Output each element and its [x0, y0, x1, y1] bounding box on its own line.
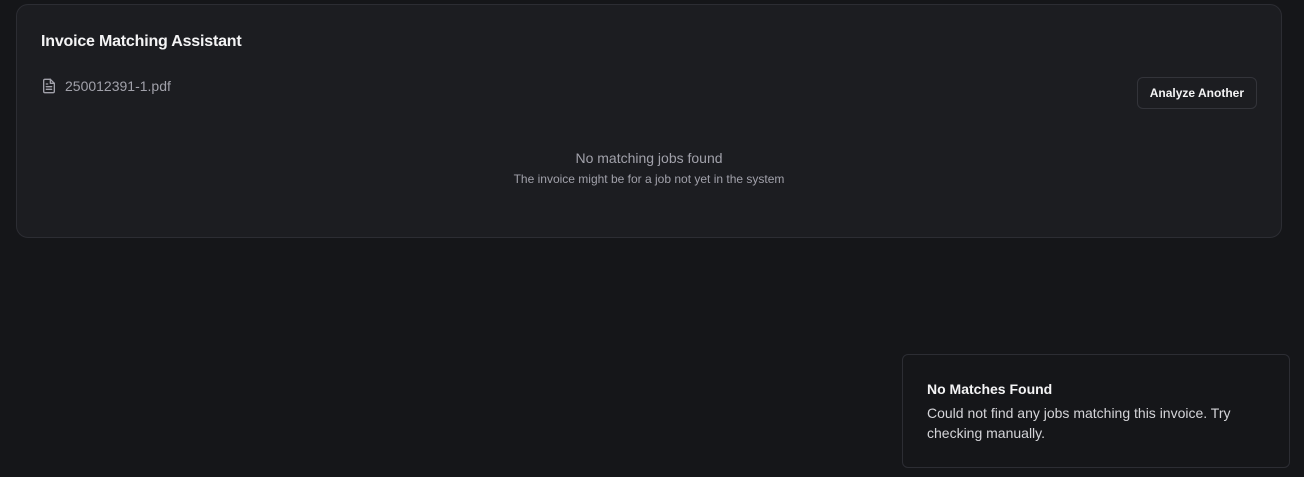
- empty-state: No matching jobs found The invoice might…: [17, 150, 1281, 186]
- card-title: Invoice Matching Assistant: [41, 33, 242, 50]
- file-info: 250012391-1.pdf: [41, 78, 171, 94]
- empty-state-title: No matching jobs found: [575, 150, 723, 166]
- file-text-icon: [41, 78, 57, 94]
- no-matches-toast[interactable]: No Matches Found Could not find any jobs…: [902, 354, 1290, 468]
- file-name: 250012391-1.pdf: [65, 78, 171, 94]
- empty-state-subtitle: The invoice might be for a job not yet i…: [513, 172, 785, 186]
- analyze-another-button[interactable]: Analyze Another: [1136, 77, 1257, 109]
- invoice-matching-card: Invoice Matching Assistant 250012391-1.p…: [16, 4, 1282, 238]
- toast-description: Could not find any jobs matching this in…: [927, 405, 1231, 441]
- toast-title: No Matches Found: [927, 381, 1053, 397]
